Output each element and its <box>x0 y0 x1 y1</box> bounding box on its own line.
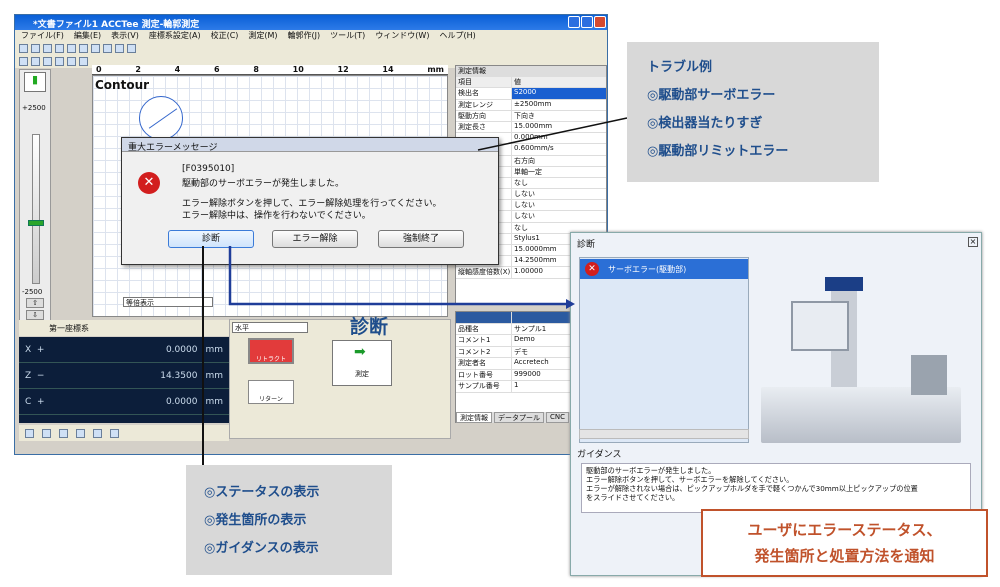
trouble-item: ◎駆動部サーボエラー <box>647 88 776 103</box>
trouble-callout: トラブル例 ◎駆動部サーボエラー ◎検出器当たりすぎ ◎駆動部リミットエラー <box>627 42 879 182</box>
notify-line: ユーザにエラーステータス、 <box>747 521 942 539</box>
trouble-title: トラブル例 <box>647 60 713 75</box>
notify-line: 発生箇所と処置方法を通知 <box>754 547 935 565</box>
trouble-item: ◎検出器当たりすぎ <box>647 116 763 131</box>
status-item: ◎発生箇所の表示 <box>204 513 307 528</box>
trouble-item: ◎駆動部リミットエラー <box>647 144 789 159</box>
status-callout: ◎ステータスの表示 ◎発生箇所の表示 ◎ガイダンスの表示 <box>186 465 392 575</box>
status-item: ◎ステータスの表示 <box>204 485 320 500</box>
status-item: ◎ガイダンスの表示 <box>204 541 319 556</box>
notify-callout: ユーザにエラーステータス、 発生箇所と処置方法を通知 <box>701 509 988 577</box>
